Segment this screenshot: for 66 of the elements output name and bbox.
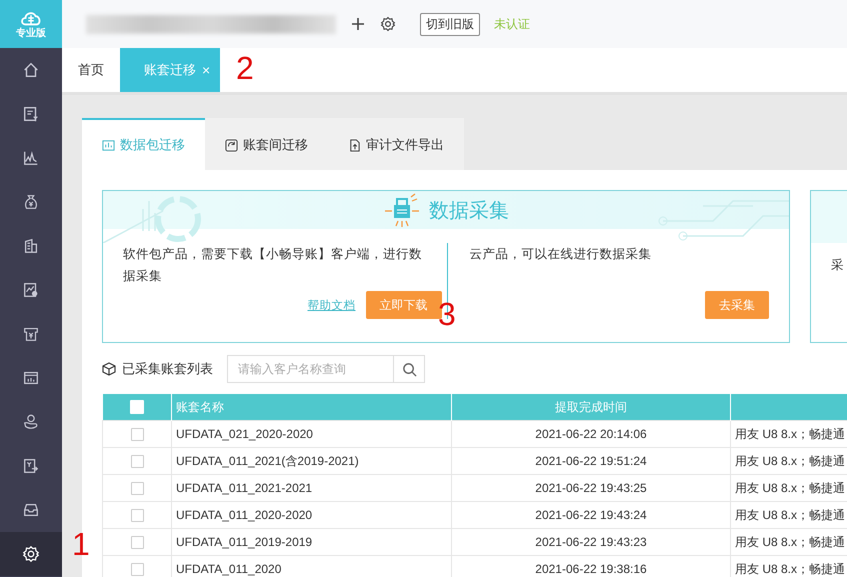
card-banner — [811, 191, 847, 243]
column-header: 提取完成时间 — [452, 394, 730, 420]
action-button[interactable]: 去采集 — [705, 291, 769, 319]
row-checkbox[interactable] — [130, 536, 144, 550]
table-cell: UFDATA_011_2021-2021 — [176, 481, 312, 495]
description-text: 采 — [830, 257, 845, 274]
inbox-icon — [22, 501, 40, 519]
row-checkbox[interactable] — [130, 563, 144, 576]
report-icon — [22, 281, 40, 299]
line-chart-icon — [22, 149, 40, 167]
search-field[interactable]: 请输入客户名称查询 — [227, 355, 394, 383]
column-header: 账套名称 — [172, 394, 452, 420]
table-cell: 用友 U8 8.x；畅捷通 — [735, 454, 846, 468]
row-checkbox[interactable] — [130, 482, 144, 496]
data-lock-icon — [383, 191, 421, 229]
select-all-checkbox[interactable] — [130, 400, 144, 414]
table-cell: UFDATA_011_2020-2020 — [176, 508, 312, 522]
table-cell: UFDATA_021_2020-2020 — [176, 427, 313, 441]
edition-label: 专业版 — [16, 28, 46, 40]
money-bag-icon — [22, 193, 40, 211]
content-tab[interactable]: 数据包迁移 — [82, 118, 205, 170]
screen-icon — [22, 369, 40, 387]
row-checkbox[interactable] — [130, 455, 144, 468]
page-tab[interactable]: 账套迁移 × — [120, 48, 220, 92]
description-text: 软件包产品，需要下载【小畅导账】客户端，进行数据采集 — [123, 246, 422, 285]
search-button[interactable] — [394, 355, 425, 383]
sync-icon — [225, 138, 238, 152]
settings-icon — [22, 545, 40, 563]
list-title: 已采集账套列表 — [122, 360, 213, 378]
transfer-icon — [22, 457, 40, 475]
home-icon — [22, 61, 40, 79]
table-cell: 用友 U8 8.x；畅捷通 — [735, 426, 846, 440]
help-link[interactable]: 帮助文档 — [308, 298, 356, 312]
annotation-number: 1 — [72, 528, 90, 560]
row-checkbox[interactable] — [130, 509, 144, 522]
annotation-number: 2 — [236, 52, 254, 84]
search-icon — [402, 362, 416, 376]
close-icon[interactable]: × — [202, 62, 210, 78]
building-icon — [22, 237, 40, 255]
table-cell: UFDATA_011_2021(含2019-2021) — [176, 454, 359, 468]
table-cell: 用友 U8 8.x；畅捷通 — [735, 534, 846, 548]
table-cell: 2021-06-22 19:43:23 — [535, 535, 647, 549]
card-title: 数据采集 — [429, 198, 509, 224]
table-cell: 2021-06-22 19:43:24 — [535, 508, 647, 522]
settings-icon[interactable] — [380, 16, 396, 32]
table-cell: 用友 U8 8.x；畅捷通 — [735, 562, 846, 576]
switch-version-button[interactable]: 切到旧版 — [420, 12, 480, 36]
verification-status: 未认证 — [494, 16, 530, 32]
table-cell: UFDATA_011_2019-2019 — [176, 535, 312, 549]
invoice-icon — [22, 105, 40, 123]
file-upload-icon — [348, 138, 361, 152]
table-cell: 2021-06-22 19:38:16 — [535, 562, 647, 576]
box-icon — [102, 362, 116, 376]
sidebar-item[interactable] — [0, 532, 62, 576]
content-tab[interactable]: 审计文件导出 — [328, 118, 464, 170]
description-text: 云产品，可以在线进行数据采集 — [470, 246, 652, 263]
content-tab[interactable]: 账套间迁移 — [205, 118, 328, 170]
table-cell: 2021-06-22 19:51:24 — [535, 454, 647, 468]
table-cell: 2021-06-22 19:43:25 — [535, 481, 647, 495]
table-cell: 用友 U8 8.x；畅捷通 — [735, 508, 846, 522]
table-cell: 用友 U8 8.x；畅捷通 — [735, 480, 846, 494]
plus-icon[interactable] — [350, 16, 366, 32]
chart-icon — [102, 138, 115, 152]
table-cell: 2021-06-22 20:14:06 — [535, 427, 647, 441]
table-cell: UFDATA_011_2020 — [176, 562, 282, 576]
row-checkbox[interactable] — [130, 428, 144, 442]
